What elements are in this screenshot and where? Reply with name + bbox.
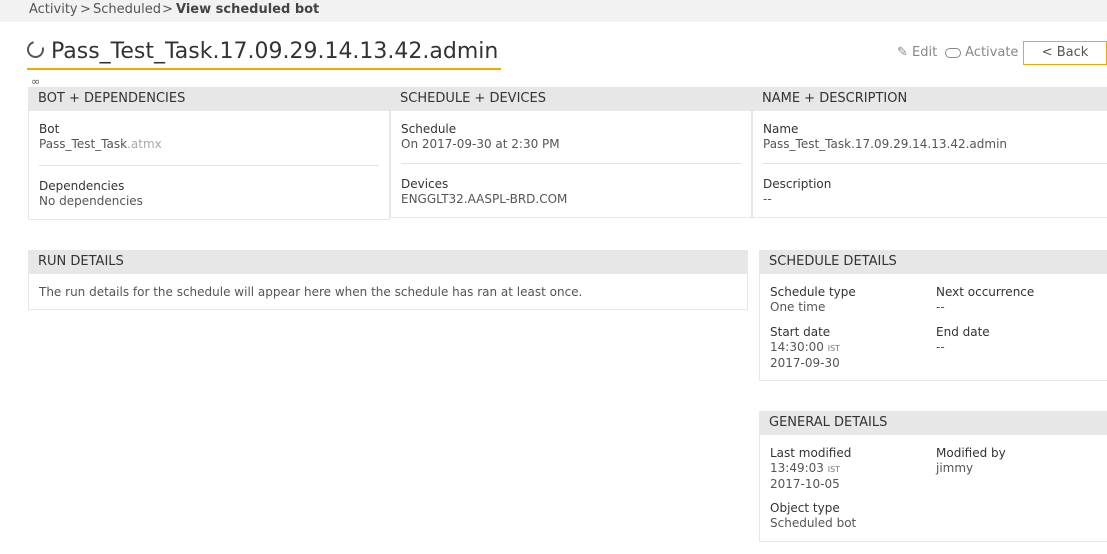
bot-dependencies-header: BOT + DEPENDENCIES: [28, 87, 390, 111]
name-description-header: NAME + DESCRIPTION: [752, 87, 1107, 111]
next-occurrence-value: --: [936, 300, 945, 314]
last-modified-label: Last modified: [770, 446, 852, 460]
breadcrumb-separator: >: [162, 2, 173, 17]
general-details-header: GENERAL DETAILS: [759, 411, 1107, 435]
start-date-label: Start date: [770, 325, 831, 339]
page-title: Pass_Test_Task.17.09.29.14.13.42.admin: [51, 39, 499, 64]
run-details-panel: The run details for the schedule will ap…: [28, 274, 748, 310]
pencil-icon: ✎: [897, 45, 908, 60]
modified-by-value: jimmy: [936, 461, 974, 475]
bot-name: Pass_Test_Task: [39, 137, 128, 151]
title-underline: [27, 68, 501, 70]
schedule-devices-header: SCHEDULE + DEVICES: [390, 87, 752, 111]
schedule-value: On 2017-09-30 at 2:30 PM: [401, 137, 560, 151]
breadcrumb-separator: >: [80, 2, 91, 17]
bot-label: Bot: [39, 122, 60, 136]
description-label: Description: [763, 177, 832, 191]
run-details-header: RUN DETAILS: [28, 250, 748, 274]
start-time: 14:30:00: [770, 340, 824, 354]
breadcrumb: Activity > Scheduled > View scheduled bo…: [0, 0, 1107, 22]
activate-button[interactable]: Activate: [945, 45, 1018, 60]
modified-time: 13:49:03: [770, 461, 824, 475]
dependencies-label: Dependencies: [39, 179, 125, 193]
schedule-label: Schedule: [401, 122, 457, 136]
start-date-value: 2017-09-30: [770, 356, 840, 370]
divider: [39, 165, 379, 166]
divider: [401, 163, 741, 164]
bot-file[interactable]: Pass_Test_Task.atmx: [39, 137, 162, 152]
breadcrumb-current: View scheduled bot: [176, 2, 320, 17]
next-occurrence-label: Next occurrence: [936, 285, 1035, 299]
schedule-details-panel: Schedule type One time Next occurrence -…: [759, 274, 1107, 381]
object-type-label: Object type: [770, 501, 840, 515]
edit-label: Edit: [912, 45, 938, 60]
object-type-value: Scheduled bot: [770, 516, 857, 530]
edit-button[interactable]: ✎ Edit: [897, 45, 937, 60]
divider: [763, 163, 1107, 164]
devices-value: ENGGLT32.AASPL-BRD.COM: [401, 192, 568, 206]
end-date-value: --: [936, 340, 945, 354]
name-value: Pass_Test_Task.17.09.29.14.13.42.admin: [763, 137, 1008, 151]
activate-label: Activate: [965, 45, 1019, 60]
modified-by-label: Modified by: [936, 446, 1006, 460]
end-date-label: End date: [936, 325, 990, 339]
modified-date: 2017-10-05: [770, 477, 840, 491]
back-button[interactable]: < Back: [1023, 41, 1107, 65]
general-details-panel: Last modified 13:49:03 IST 2017-10-05 Mo…: [759, 435, 1107, 542]
status-spinner-icon: [23, 37, 48, 62]
schedule-devices-panel: Schedule On 2017-09-30 at 2:30 PM Device…: [390, 111, 752, 218]
breadcrumb-activity[interactable]: Activity: [29, 0, 78, 20]
toggle-icon: [945, 47, 961, 58]
modified-timezone: IST: [827, 465, 841, 474]
bot-dependencies-panel: Bot Pass_Test_Task.atmx Dependencies No …: [28, 111, 390, 220]
start-timezone: IST: [827, 344, 841, 353]
name-description-panel: Name Pass_Test_Task.17.09.29.14.13.42.ad…: [752, 111, 1107, 218]
description-value: --: [763, 192, 772, 206]
breadcrumb-scheduled[interactable]: Scheduled: [93, 0, 161, 20]
schedule-type-label: Schedule type: [770, 285, 856, 299]
bot-extension: .atmx: [127, 137, 162, 151]
schedule-details-header: SCHEDULE DETAILS: [759, 250, 1107, 274]
run-details-message: The run details for the schedule will ap…: [39, 285, 583, 299]
schedule-type-value: One time: [770, 300, 826, 314]
devices-label: Devices: [401, 177, 449, 191]
dependencies-value: No dependencies: [39, 194, 143, 208]
name-label: Name: [763, 122, 799, 136]
